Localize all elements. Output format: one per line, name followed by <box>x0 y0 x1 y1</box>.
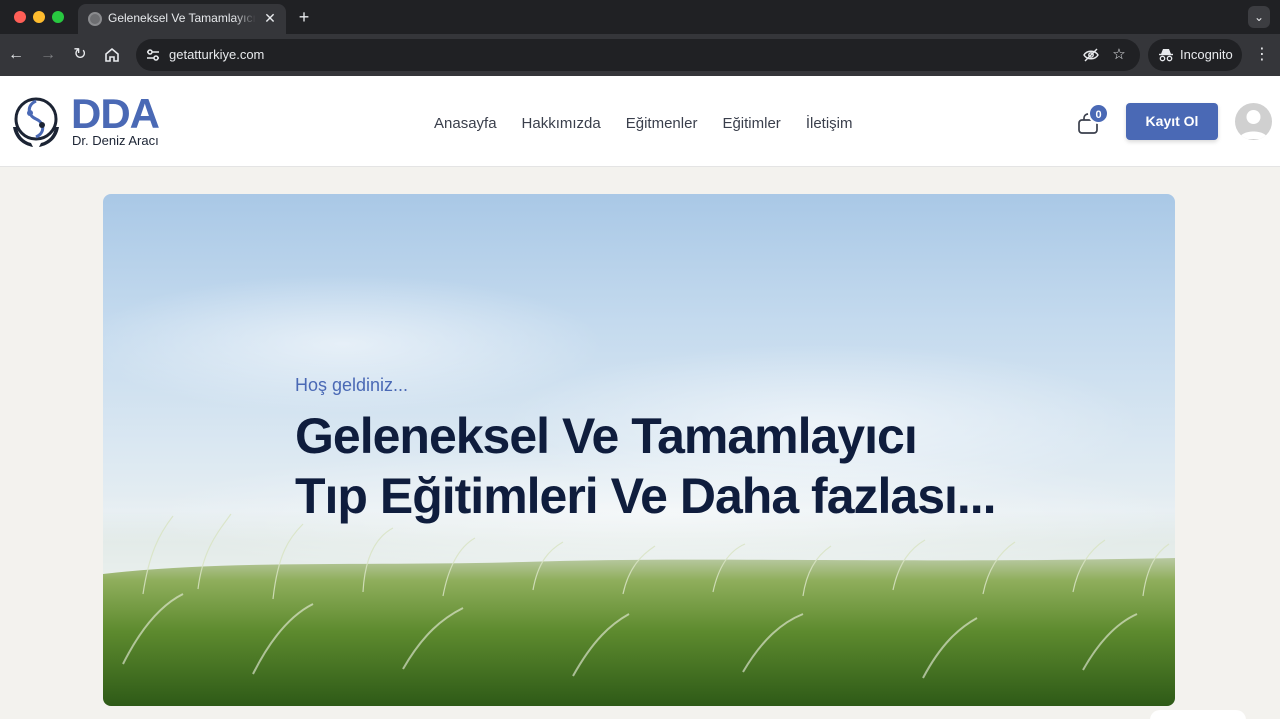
logo-icon[interactable] <box>9 93 63 150</box>
more-menu-icon[interactable]: ⋮ <box>1252 43 1272 67</box>
maximize-window-button[interactable] <box>52 11 64 23</box>
user-avatar[interactable] <box>1235 103 1272 140</box>
main-nav: Anasayfa Hakkımızda Eğitmenler Eğitimler… <box>434 114 852 134</box>
logo-text[interactable]: DDA <box>71 93 160 135</box>
bookmark-star-icon[interactable]: ☆ <box>1110 46 1128 64</box>
tab-search-button[interactable]: ⌄ <box>1248 6 1270 28</box>
incognito-indicator[interactable]: Incognito <box>1148 39 1242 71</box>
hero-title-line-2: Tıp Eğitimleri Ve Daha fazlası... <box>295 468 997 524</box>
home-icon[interactable] <box>100 43 124 67</box>
nav-link-instructors[interactable]: Eğitmenler <box>626 114 698 134</box>
globe-icon <box>88 12 102 26</box>
hero-banner: Hoş geldiniz... Geleneksel Ve Tamamlayıc… <box>103 194 1175 706</box>
new-tab-button[interactable]: + <box>294 7 314 27</box>
nav-link-about[interactable]: Hakkımızda <box>522 114 601 134</box>
close-icon[interactable]: ✕ <box>262 10 278 26</box>
reload-icon[interactable]: ↻ <box>68 43 92 67</box>
nav-link-contact[interactable]: İletişim <box>806 114 853 134</box>
hero-greeting: Hoş geldiniz... <box>295 375 409 395</box>
incognito-label: Incognito <box>1180 47 1233 62</box>
browser-toolbar: ← → ↻ getatturkiye.com ☆ Incognito ⋮ <box>0 34 1280 76</box>
incognito-icon <box>1159 49 1173 62</box>
eye-off-icon[interactable] <box>1082 46 1100 64</box>
minimize-window-button[interactable] <box>33 11 45 23</box>
cart-count-badge: 0 <box>1088 103 1109 124</box>
back-icon[interactable]: ← <box>4 43 28 67</box>
site-settings-icon[interactable] <box>144 46 162 64</box>
forward-icon[interactable]: → <box>36 43 60 67</box>
tab-title: Geleneksel Ve Tamamlayıcı Tıp Eğitimleri <box>108 11 256 25</box>
nav-link-courses[interactable]: Eğitimler <box>722 114 780 134</box>
nav-link-home[interactable]: Anasayfa <box>434 114 497 134</box>
browser-tab-bar: Geleneksel Ve Tamamlayıcı Tıp Eğitimleri… <box>0 0 1280 34</box>
logo-subtitle: Dr. Deniz Aracı <box>72 133 159 148</box>
url-text: getatturkiye.com <box>169 47 265 62</box>
address-bar[interactable]: getatturkiye.com ☆ <box>136 39 1140 71</box>
floating-widget[interactable] <box>1150 710 1246 719</box>
hero-title-line-1: Geleneksel Ve Tamamlayıcı <box>295 408 918 464</box>
user-icon <box>1239 110 1268 139</box>
close-window-button[interactable] <box>14 11 26 23</box>
browser-tab[interactable]: Geleneksel Ve Tamamlayıcı Tıp Eğitimleri… <box>78 4 286 34</box>
signup-button[interactable]: Kayıt Ol <box>1126 103 1218 140</box>
hero-title: Geleneksel Ve Tamamlayıcı Tıp Eğitimleri… <box>295 406 997 526</box>
site-header: DDA Dr. Deniz Aracı Anasayfa Hakkımızda … <box>0 76 1280 167</box>
